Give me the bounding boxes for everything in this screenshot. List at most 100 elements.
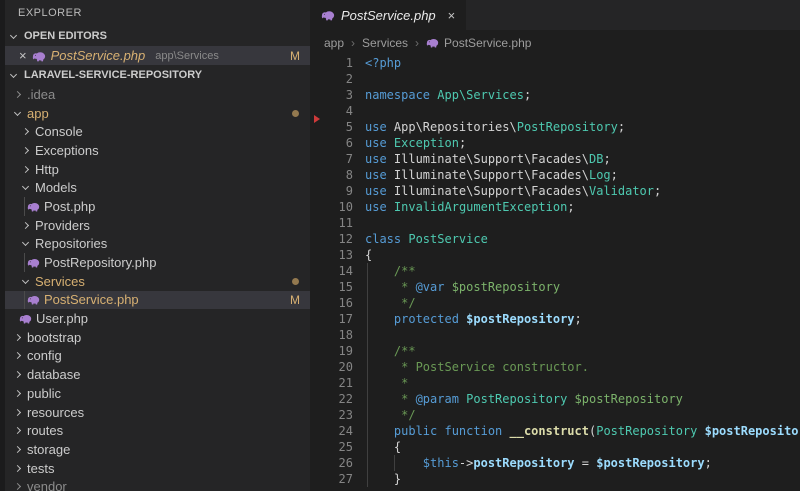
- tree-item-tests[interactable]: tests: [5, 459, 310, 478]
- breadcrumb-services[interactable]: Services: [362, 36, 408, 50]
- line-number[interactable]: 27: [310, 471, 353, 487]
- line-number[interactable]: 20: [310, 359, 353, 375]
- code-line[interactable]: 2: [310, 71, 800, 87]
- tree-item-console[interactable]: Console: [5, 122, 310, 141]
- line-number[interactable]: 17: [310, 311, 353, 327]
- code-area[interactable]: 1<?php23namespace App\Services;45use App…: [310, 55, 800, 491]
- line-number[interactable]: 7: [310, 151, 353, 167]
- line-number[interactable]: 8: [310, 167, 353, 183]
- code-line[interactable]: 9use Illuminate\Support\Facades\Validato…: [310, 183, 800, 199]
- tree-item-repositories[interactable]: Repositories: [5, 235, 310, 254]
- line-number[interactable]: 22: [310, 391, 353, 407]
- code-line[interactable]: 12class PostService: [310, 231, 800, 247]
- line-number[interactable]: 15: [310, 279, 353, 295]
- tree-item-http[interactable]: Http: [5, 160, 310, 179]
- chevron-down-icon[interactable]: [10, 31, 17, 38]
- chevron-right-icon[interactable]: [22, 147, 29, 154]
- tree-item-storage[interactable]: storage: [5, 440, 310, 459]
- code-line[interactable]: 11: [310, 215, 800, 231]
- code-line[interactable]: 27 }: [310, 471, 800, 487]
- code-line[interactable]: 26 $this->postRepository = $postReposito…: [310, 455, 800, 471]
- code-line[interactable]: 17 protected $postRepository;: [310, 311, 800, 327]
- code-line[interactable]: 24 public function __construct(PostRepos…: [310, 423, 800, 439]
- chevron-right-icon[interactable]: [14, 390, 21, 397]
- tree-item-config[interactable]: config: [5, 347, 310, 366]
- code-line[interactable]: 23 */: [310, 407, 800, 423]
- chevron-right-icon[interactable]: [14, 352, 21, 359]
- chevron-right-icon[interactable]: [14, 334, 21, 341]
- tree-item-bootstrap[interactable]: bootstrap: [5, 328, 310, 347]
- tree-item--idea[interactable]: .idea: [5, 85, 310, 104]
- tree-item-resources[interactable]: resources: [5, 403, 310, 422]
- tab-close-icon[interactable]: ×: [448, 9, 456, 22]
- line-number[interactable]: 3: [310, 87, 353, 103]
- code-line[interactable]: 19 /**: [310, 343, 800, 359]
- code-line[interactable]: 6use Exception;: [310, 135, 800, 151]
- chevron-right-icon[interactable]: [22, 222, 29, 229]
- line-number[interactable]: 9: [310, 183, 353, 199]
- tree-item-services[interactable]: Services: [5, 272, 310, 291]
- line-number[interactable]: 18: [310, 327, 353, 343]
- line-number[interactable]: 14: [310, 263, 353, 279]
- tree-item-user-php[interactable]: User.php: [5, 309, 310, 328]
- chevron-right-icon[interactable]: [14, 91, 21, 98]
- tree-item-routes[interactable]: routes: [5, 421, 310, 440]
- tab-postservice[interactable]: PostService.php ×: [310, 0, 466, 30]
- line-number[interactable]: 2: [310, 71, 353, 87]
- line-number[interactable]: 19: [310, 343, 353, 359]
- line-number[interactable]: 23: [310, 407, 353, 423]
- line-number[interactable]: 24: [310, 423, 353, 439]
- line-number[interactable]: 21: [310, 375, 353, 391]
- chevron-down-icon[interactable]: [22, 239, 29, 246]
- chevron-right-icon[interactable]: [22, 128, 29, 135]
- code-line[interactable]: 16 */: [310, 295, 800, 311]
- chevron-down-icon[interactable]: [22, 183, 29, 190]
- code-line[interactable]: 20 * PostService constructor.: [310, 359, 800, 375]
- breadcrumb-file[interactable]: PostService.php: [426, 36, 531, 50]
- code-line[interactable]: 18: [310, 327, 800, 343]
- chevron-right-icon[interactable]: [14, 446, 21, 453]
- code-line[interactable]: 14 /**: [310, 263, 800, 279]
- chevron-right-icon[interactable]: [14, 427, 21, 434]
- tree-item-vendor[interactable]: vendor: [5, 477, 310, 491]
- code-line[interactable]: 8use Illuminate\Support\Facades\Log;: [310, 167, 800, 183]
- tree-item-postrepository-php[interactable]: PostRepository.php: [5, 253, 310, 272]
- open-editor-item[interactable]: × PostService.php app\Services M: [5, 46, 310, 65]
- tree-item-post-php[interactable]: Post.php: [5, 197, 310, 216]
- chevron-right-icon[interactable]: [22, 166, 29, 173]
- line-number[interactable]: 13: [310, 247, 353, 263]
- chevron-right-icon[interactable]: [14, 465, 21, 472]
- workspace-root-header[interactable]: LARAVEL-SERVICE-REPOSITORY: [5, 65, 310, 85]
- tree-item-app[interactable]: app: [5, 104, 310, 123]
- code-line[interactable]: 7use Illuminate\Support\Facades\DB;: [310, 151, 800, 167]
- code-line[interactable]: 4: [310, 103, 800, 119]
- chevron-right-icon[interactable]: [14, 483, 21, 490]
- tree-item-public[interactable]: public: [5, 384, 310, 403]
- tree-item-exceptions[interactable]: Exceptions: [5, 141, 310, 160]
- line-number[interactable]: 1: [310, 55, 353, 71]
- tree-item-models[interactable]: Models: [5, 178, 310, 197]
- code-line[interactable]: 15 * @var $postRepository: [310, 279, 800, 295]
- chevron-down-icon[interactable]: [22, 277, 29, 284]
- tree-item-database[interactable]: database: [5, 365, 310, 384]
- breadcrumb-app[interactable]: app: [324, 36, 344, 50]
- chevron-down-icon[interactable]: [10, 70, 17, 77]
- close-icon[interactable]: ×: [19, 49, 27, 62]
- chevron-right-icon[interactable]: [14, 371, 21, 378]
- code-line[interactable]: 3namespace App\Services;: [310, 87, 800, 103]
- code-line[interactable]: 10use InvalidArgumentException;: [310, 199, 800, 215]
- code-line[interactable]: 13{: [310, 247, 800, 263]
- line-number[interactable]: 12: [310, 231, 353, 247]
- tree-item-providers[interactable]: Providers: [5, 216, 310, 235]
- line-number[interactable]: 16: [310, 295, 353, 311]
- chevron-right-icon[interactable]: [14, 408, 21, 415]
- line-number[interactable]: 10: [310, 199, 353, 215]
- code-line[interactable]: 25 {: [310, 439, 800, 455]
- line-number[interactable]: 26: [310, 455, 353, 471]
- code-line[interactable]: 5use App\Repositories\PostRepository;: [310, 119, 800, 135]
- open-editors-header[interactable]: OPEN EDITORS: [5, 26, 310, 46]
- tree-item-postservice-php[interactable]: PostService.phpM: [5, 291, 310, 310]
- line-number[interactable]: 11: [310, 215, 353, 231]
- line-number[interactable]: 6: [310, 135, 353, 151]
- code-line[interactable]: 22 * @param PostRepository $postReposito…: [310, 391, 800, 407]
